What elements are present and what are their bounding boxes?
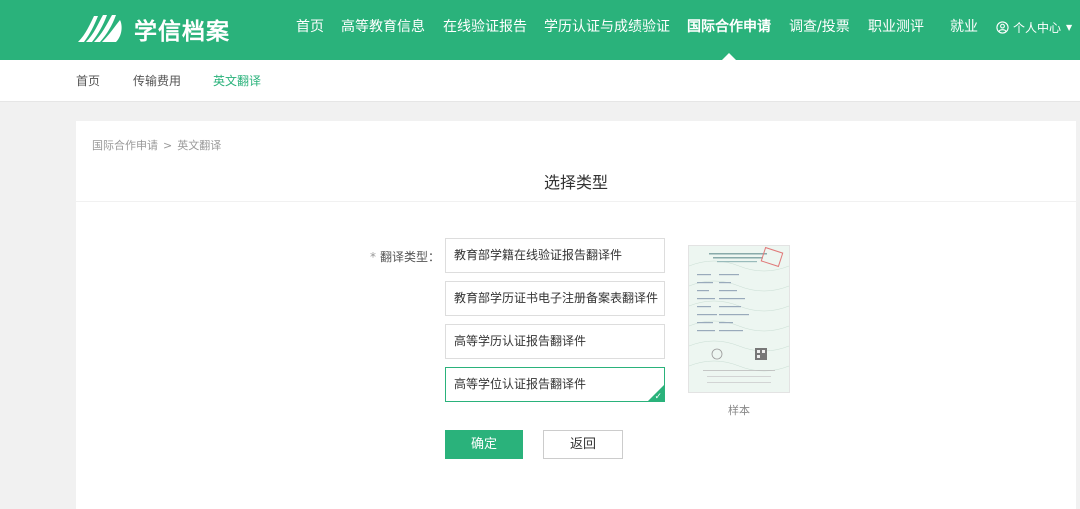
sample-document-thumbnail[interactable] [688, 245, 790, 393]
logo-text: 学信档案 [134, 19, 230, 45]
nav-international-cooperation-label: 国际合作申请 [687, 19, 771, 35]
sub-navbar: 首页 传输费用 英文翻译 [0, 60, 1080, 102]
main-card: 国际合作申请 > 英文翻译 选择类型 * 翻译类型： 教育部学籍在线验证报告翻译件 教… [76, 121, 1076, 509]
confirm-button[interactable]: 确定 [445, 430, 523, 459]
breadcrumb-parent[interactable]: 国际合作申请 [92, 139, 158, 152]
nav-employment[interactable]: 就业 [950, 0, 978, 60]
title-divider [76, 201, 1076, 202]
nav-survey-vote[interactable]: 调查/投票 [789, 0, 850, 60]
sample-label: 样本 [728, 404, 750, 417]
sample-document-image [689, 246, 789, 392]
option-label: 教育部学历证书电子注册备案表翻译件 [454, 291, 659, 305]
top-navbar: 学信档案 首页 高等教育信息 在线验证报告 学历认证与成绩验证 国际合作申请 调… [0, 0, 1080, 60]
option-label: 高等学历认证报告翻译件 [454, 334, 587, 348]
option-diploma-registration-form[interactable]: 教育部学历证书电子注册备案表翻译件 [445, 281, 665, 316]
user-center-label: 个人中心 [1013, 20, 1062, 35]
check-icon: ✓ [654, 392, 662, 402]
subnav-home[interactable]: 首页 [76, 60, 100, 102]
breadcrumb: 国际合作申请 > 英文翻译 [92, 137, 221, 153]
nav-higher-education-info[interactable]: 高等教育信息 [341, 0, 425, 60]
option-student-status-report[interactable]: 教育部学籍在线验证报告翻译件 [445, 238, 665, 273]
nav-international-cooperation[interactable]: 国际合作申请 [687, 0, 771, 60]
nav-home[interactable]: 首页 [296, 0, 324, 60]
translation-type-label: * 翻译类型： [370, 248, 440, 265]
breadcrumb-separator: > [163, 139, 173, 152]
subnav-transmission-fee[interactable]: 传输费用 [133, 60, 181, 102]
option-label: 教育部学籍在线验证报告翻译件 [454, 248, 623, 262]
required-mark: * [370, 250, 376, 264]
active-nav-indicator [722, 53, 736, 60]
caret-down-icon: ▼ [1066, 22, 1073, 32]
page-title: 选择类型 [543, 173, 608, 192]
option-academic-degree-certification-report[interactable]: 高等学位认证报告翻译件 ✓ [445, 367, 665, 402]
option-degree-certification-report[interactable]: 高等学历认证报告翻译件 [445, 324, 665, 359]
option-label: 高等学位认证报告翻译件 [454, 377, 587, 391]
nav-career-assessment[interactable]: 职业测评 [868, 0, 924, 60]
translation-type-label-text: 翻译类型： [380, 250, 441, 264]
nav-degree-certification[interactable]: 学历认证与成绩验证 [544, 0, 670, 60]
back-button[interactable]: 返回 [543, 430, 623, 459]
user-circle-icon [996, 20, 1009, 34]
breadcrumb-current: 英文翻译 [177, 139, 222, 152]
book-logo-icon [78, 15, 122, 42]
subnav-english-translation[interactable]: 英文翻译 [213, 60, 261, 102]
user-center-menu[interactable]: 个人中心 ▼ [996, 0, 1072, 60]
site-logo[interactable]: 学信档案 [76, 11, 230, 47]
nav-online-verification-report[interactable]: 在线验证报告 [443, 0, 527, 60]
